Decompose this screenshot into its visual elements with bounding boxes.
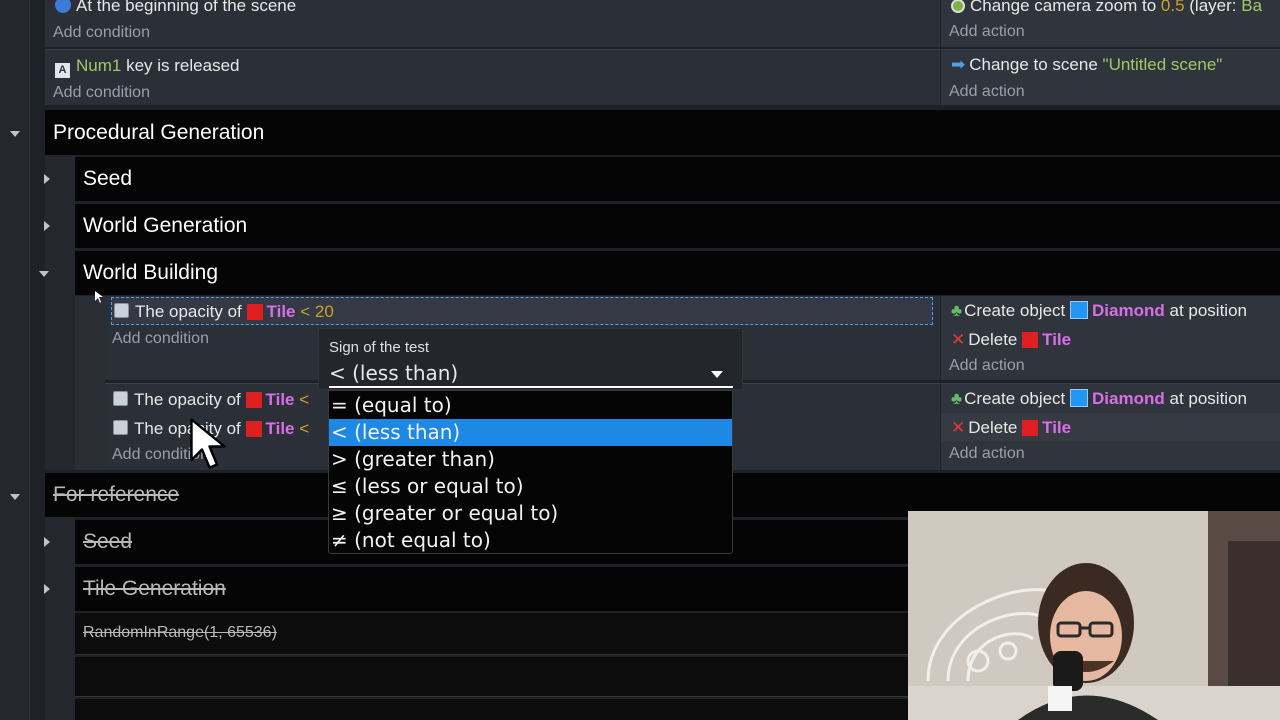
option-less-than[interactable]: < (less than) (329, 419, 732, 446)
wb-event-2-actions[interactable]: ♣ Create object Diamond at position ✕ Dele… (940, 383, 1280, 470)
action-text[interactable]: Change camera zoom to (970, 0, 1156, 15)
action-suffix: at position (1169, 301, 1247, 320)
collapse-arrow-icon[interactable] (10, 131, 20, 137)
tile-object-icon (245, 421, 262, 437)
scene-name[interactable]: "Untitled scene" (1103, 55, 1223, 74)
collapse-arrow-icon[interactable] (39, 271, 49, 277)
object-name[interactable]: Tile (1042, 330, 1071, 349)
tile-object-icon (246, 304, 263, 320)
add-action-link[interactable]: Add action (949, 83, 1025, 101)
group-title: Seed (83, 530, 133, 553)
random-expression: RandomInRange(1, 65536) (83, 624, 277, 641)
small-cursor-icon (95, 291, 103, 303)
operator[interactable]: < (299, 419, 309, 438)
object-name[interactable]: Diamond (1092, 301, 1165, 320)
tile-object-icon (1022, 420, 1039, 436)
group-title: Tile Generation (83, 577, 226, 600)
group-title: Seed (83, 167, 133, 190)
group-seed[interactable]: Seed (75, 157, 1280, 201)
expand-arrow-icon[interactable] (44, 174, 50, 184)
nested-gutter (45, 155, 75, 470)
camera-icon (951, 0, 965, 13)
operator[interactable]: < (300, 302, 310, 321)
event-1-actions[interactable]: Change camera zoom to 0.5 (layer: Ba Add… (940, 0, 1280, 47)
wb-event-gutter (75, 296, 105, 470)
chevron-down-icon (711, 371, 723, 378)
add-action-link[interactable]: Add action (949, 357, 1025, 375)
expand-arrow-icon[interactable] (44, 221, 50, 231)
group-title: World Generation (83, 214, 248, 237)
event-2-conditions[interactable]: A Num1 key is released Add condition (45, 49, 940, 105)
selected-value: < (less than) (329, 361, 459, 385)
diamond-object-icon (1070, 301, 1089, 319)
action-suffix: at position (1169, 389, 1247, 408)
field-label: Sign of the test (329, 339, 430, 356)
keyboard-icon: A (55, 63, 70, 78)
opacity-icon (113, 420, 128, 435)
action-text[interactable]: Create object (964, 389, 1065, 408)
opacity-icon (114, 303, 129, 318)
add-condition-link[interactable]: Add condition (112, 330, 209, 348)
group-title: World Building (83, 261, 219, 284)
collapse-arrow-icon[interactable] (10, 494, 20, 500)
option-equal[interactable]: = (equal to) (329, 392, 732, 419)
webcam-overlay (908, 511, 1280, 720)
delete-icon: ✕ (951, 330, 966, 349)
add-condition-link[interactable]: Add condition (53, 84, 150, 102)
sign-options-list: = (equal to) < (less than) > (greater th… (328, 390, 733, 554)
operator[interactable]: < (299, 390, 309, 409)
scene-start-icon (55, 0, 71, 13)
tile-object-icon (245, 392, 262, 408)
condition-text[interactable]: At the beginning of the scene (76, 0, 296, 15)
object-name[interactable]: Diamond (1092, 389, 1165, 408)
option-greater-or-equal[interactable]: ≥ (greater or equal to) (329, 500, 732, 527)
sign-select[interactable]: < (less than) (329, 360, 733, 388)
group-world-generation[interactable]: World Generation (75, 204, 1280, 248)
object-name[interactable]: Tile (266, 390, 295, 409)
wb-event-1-actions[interactable]: ♣ Create object Diamond at position ✕ Dele… (940, 296, 1280, 380)
action-text[interactable]: Change to scene (969, 55, 1098, 74)
selected-condition[interactable]: The opacity of Tile < 20 (111, 297, 933, 325)
expand-arrow-icon[interactable] (44, 537, 50, 547)
group-title: For reference (53, 483, 180, 506)
value[interactable]: 20 (315, 302, 334, 321)
condition-text[interactable]: The opacity of (135, 302, 242, 321)
diamond-object-icon (1070, 389, 1089, 407)
object-name[interactable]: Tile (266, 419, 295, 438)
expand-arrow-icon[interactable] (44, 584, 50, 594)
create-object-icon: ♣ (951, 389, 963, 408)
key-name[interactable]: Num1 (76, 56, 121, 75)
tile-object-icon (1022, 332, 1039, 348)
delete-icon: ✕ (951, 418, 966, 437)
option-not-equal[interactable]: ≠ (not equal to) (329, 527, 732, 554)
object-name[interactable]: Tile (267, 302, 296, 321)
scene-change-icon: ➡ (951, 55, 966, 74)
nested-gutter (45, 517, 75, 720)
event-2-actions[interactable]: ➡ Change to scene "Untitled scene" Add ac… (940, 49, 1280, 105)
add-action-link[interactable]: Add action (949, 23, 1025, 41)
action-text[interactable]: Delete (968, 330, 1017, 349)
layer-name: Ba (1241, 0, 1263, 15)
webcam-video-image (908, 511, 1280, 720)
add-condition-link[interactable]: Add condition (53, 24, 150, 42)
sign-of-test-popup: Sign of the test < (less than) (318, 328, 743, 390)
create-object-icon: ♣ (951, 301, 963, 320)
option-greater-than[interactable]: > (greater than) (329, 446, 732, 473)
group-title: Procedural Generation (53, 120, 265, 144)
opacity-icon (113, 391, 128, 406)
option-less-or-equal[interactable]: ≤ (less or equal to) (329, 473, 732, 500)
zoom-value[interactable]: 0.5 (1161, 0, 1185, 15)
add-action-link[interactable]: Add action (949, 445, 1025, 463)
left-gutter (0, 0, 30, 720)
event-1-conditions[interactable]: At the beginning of the scene Add condit… (45, 0, 940, 47)
condition-text[interactable]: key is released (126, 56, 239, 75)
condition-text[interactable]: The opacity of (134, 390, 241, 409)
layer-label: (layer: (1189, 0, 1237, 15)
group-procedural-generation[interactable]: Procedural Generation (45, 110, 1280, 155)
group-world-building[interactable]: World Building (75, 251, 1280, 295)
action-text[interactable]: Delete (968, 418, 1017, 437)
object-name[interactable]: Tile (1042, 418, 1071, 437)
action-text[interactable]: Create object (964, 301, 1065, 320)
mouse-cursor-icon (190, 418, 226, 469)
